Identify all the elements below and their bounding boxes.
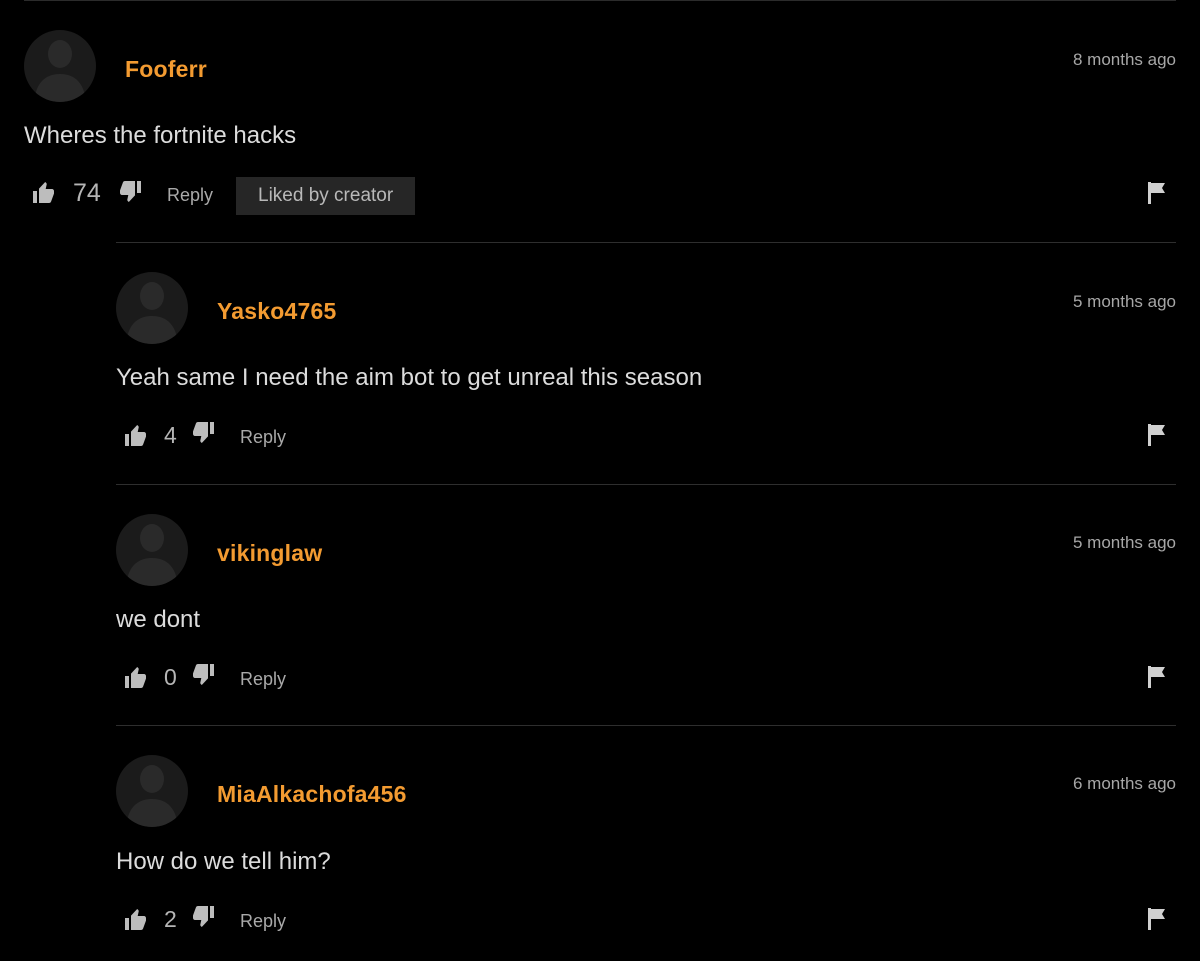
thumbs-down-icon[interactable]: [191, 420, 217, 446]
user-silhouette-icon: [34, 40, 86, 102]
comment-text: How do we tell him?: [116, 848, 331, 875]
reply-button[interactable]: Reply: [240, 669, 286, 690]
reply-button[interactable]: Reply: [240, 911, 286, 932]
reply-button[interactable]: Reply: [167, 185, 213, 206]
like-count: 0: [164, 664, 177, 690]
thumbs-up-icon[interactable]: [124, 424, 150, 450]
flag-icon[interactable]: [1146, 423, 1168, 447]
thumbs-up-icon[interactable]: [124, 666, 150, 692]
username[interactable]: Yasko4765: [217, 298, 336, 325]
like-count: 74: [73, 179, 101, 207]
comment-text: we dont: [116, 606, 201, 633]
timestamp: 6 months ago: [1072, 774, 1176, 793]
comment-actions: 0 Reply: [116, 660, 1176, 700]
user-silhouette-icon: [126, 765, 178, 827]
avatar[interactable]: [24, 30, 96, 102]
flag-icon[interactable]: [1146, 665, 1168, 689]
comment-actions: 4 Reply: [116, 418, 1176, 458]
avatar[interactable]: [116, 272, 188, 344]
user-silhouette-icon: [126, 524, 178, 586]
thumbs-down-icon[interactable]: [191, 662, 217, 688]
liked-by-creator-badge: Liked by creator: [236, 177, 416, 215]
like-count: 2: [164, 906, 177, 932]
timestamp: 5 months ago: [1072, 292, 1176, 311]
thumbs-down-icon[interactable]: [191, 904, 217, 930]
comment-actions: 2 Reply: [116, 902, 1176, 942]
comment-actions: 74 Reply Liked by creator: [24, 176, 1176, 216]
thumbs-up-icon[interactable]: [124, 908, 150, 934]
divider: [24, 0, 1176, 1]
flag-icon[interactable]: [1146, 181, 1168, 205]
avatar[interactable]: [116, 755, 188, 827]
thumbs-up-icon[interactable]: [32, 181, 58, 207]
thumbs-down-icon[interactable]: [118, 179, 144, 205]
flag-icon[interactable]: [1146, 907, 1168, 931]
username[interactable]: vikinglaw: [217, 540, 322, 567]
like-count: 4: [164, 422, 177, 448]
comment-thread: Fooferr 8 months ago Wheres the fortnite…: [0, 0, 1200, 961]
comment-text: Wheres the fortnite hacks: [24, 122, 297, 149]
comment-text: Yeah same I need the aim bot to get unre…: [116, 364, 703, 391]
username[interactable]: MiaAlkachofa456: [217, 781, 407, 808]
user-silhouette-icon: [126, 282, 178, 344]
username[interactable]: Fooferr: [125, 56, 207, 83]
timestamp: 5 months ago: [1072, 533, 1176, 552]
avatar[interactable]: [116, 514, 188, 586]
reply-button[interactable]: Reply: [240, 427, 286, 448]
timestamp: 8 months ago: [1072, 50, 1176, 69]
